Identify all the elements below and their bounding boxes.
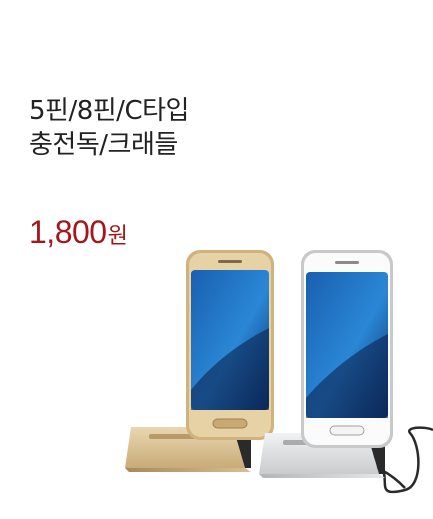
white-phone: [301, 250, 393, 448]
gold-phone: [186, 250, 274, 440]
product-image[interactable]: [105, 240, 433, 519]
product-card[interactable]: 5핀/8핀/C타입 충전독/크래들 1,800원: [0, 0, 433, 519]
product-title-line-2: 충전독/크래들: [29, 130, 178, 160]
product-title-line-1: 5핀/8핀/C타입: [29, 96, 189, 126]
product-title[interactable]: 5핀/8핀/C타입 충전독/크래들: [29, 94, 189, 162]
product-image-art: [125, 250, 433, 494]
price-value: 1,800: [29, 214, 107, 250]
